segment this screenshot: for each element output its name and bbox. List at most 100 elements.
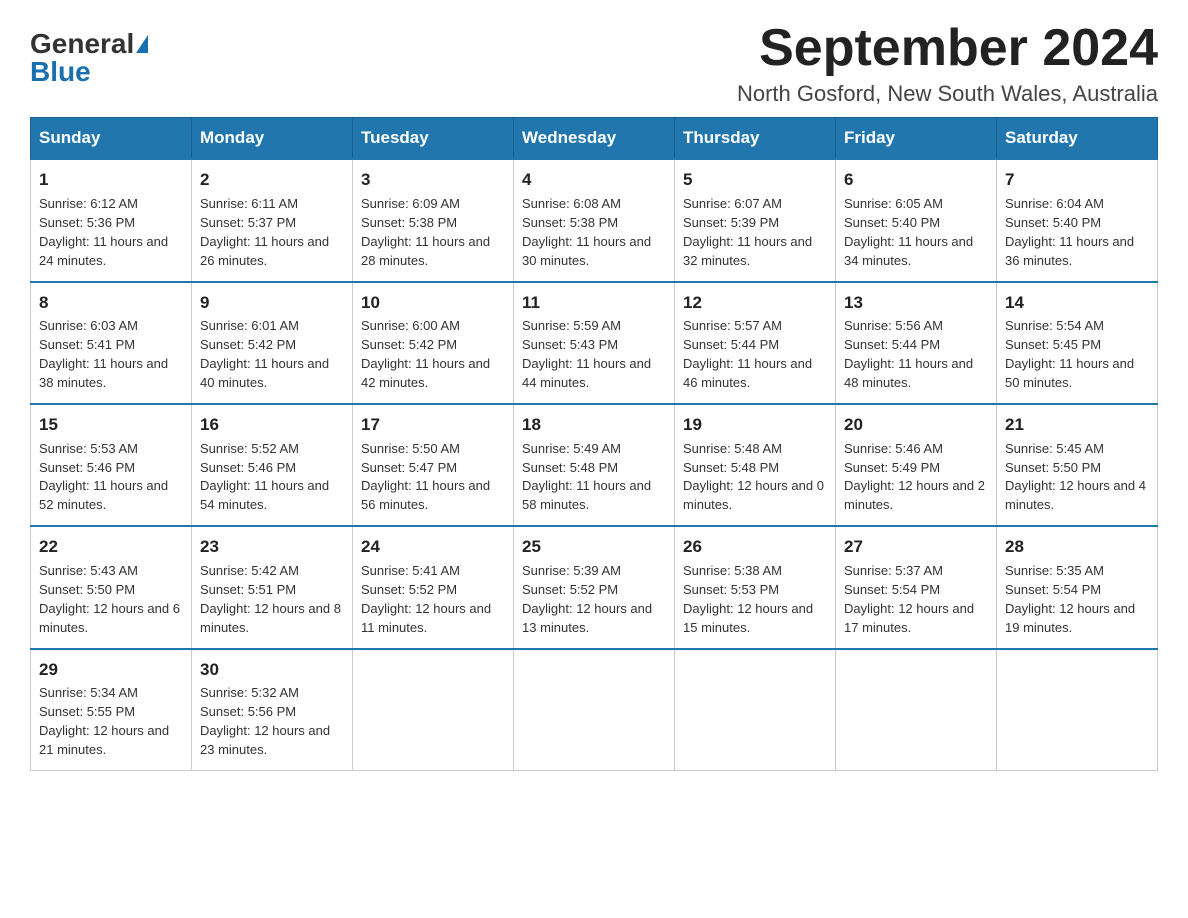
calendar-cell: 14 Sunrise: 5:54 AMSunset: 5:45 PMDaylig…: [997, 282, 1158, 404]
day-number: 22: [39, 535, 183, 559]
calendar-cell: 11 Sunrise: 5:59 AMSunset: 5:43 PMDaylig…: [514, 282, 675, 404]
day-info: Sunrise: 5:35 AMSunset: 5:54 PMDaylight:…: [1005, 563, 1135, 635]
day-info: Sunrise: 5:48 AMSunset: 5:48 PMDaylight:…: [683, 441, 824, 513]
day-info: Sunrise: 5:59 AMSunset: 5:43 PMDaylight:…: [522, 318, 651, 390]
calendar-cell: 21 Sunrise: 5:45 AMSunset: 5:50 PMDaylig…: [997, 404, 1158, 526]
day-number: 1: [39, 168, 183, 192]
day-number: 3: [361, 168, 505, 192]
day-number: 17: [361, 413, 505, 437]
weekday-header-saturday: Saturday: [997, 118, 1158, 160]
day-info: Sunrise: 5:39 AMSunset: 5:52 PMDaylight:…: [522, 563, 652, 635]
week-row-2: 8 Sunrise: 6:03 AMSunset: 5:41 PMDayligh…: [31, 282, 1158, 404]
day-info: Sunrise: 5:53 AMSunset: 5:46 PMDaylight:…: [39, 441, 168, 513]
weekday-header-sunday: Sunday: [31, 118, 192, 160]
day-info: Sunrise: 5:42 AMSunset: 5:51 PMDaylight:…: [200, 563, 341, 635]
week-row-1: 1 Sunrise: 6:12 AMSunset: 5:36 PMDayligh…: [31, 159, 1158, 281]
day-number: 8: [39, 291, 183, 315]
page-header: General Blue September 2024 North Gosfor…: [30, 20, 1158, 107]
day-info: Sunrise: 5:45 AMSunset: 5:50 PMDaylight:…: [1005, 441, 1146, 513]
day-number: 16: [200, 413, 344, 437]
calendar-cell: 1 Sunrise: 6:12 AMSunset: 5:36 PMDayligh…: [31, 159, 192, 281]
calendar-cell: 9 Sunrise: 6:01 AMSunset: 5:42 PMDayligh…: [192, 282, 353, 404]
day-number: 26: [683, 535, 827, 559]
calendar-cell: 26 Sunrise: 5:38 AMSunset: 5:53 PMDaylig…: [675, 526, 836, 648]
day-info: Sunrise: 5:38 AMSunset: 5:53 PMDaylight:…: [683, 563, 813, 635]
day-number: 4: [522, 168, 666, 192]
weekday-header-friday: Friday: [836, 118, 997, 160]
calendar-cell: [514, 649, 675, 771]
day-info: Sunrise: 5:57 AMSunset: 5:44 PMDaylight:…: [683, 318, 812, 390]
calendar-cell: 22 Sunrise: 5:43 AMSunset: 5:50 PMDaylig…: [31, 526, 192, 648]
day-info: Sunrise: 5:50 AMSunset: 5:47 PMDaylight:…: [361, 441, 490, 513]
month-title: September 2024: [737, 20, 1158, 77]
day-number: 7: [1005, 168, 1149, 192]
calendar-cell: 8 Sunrise: 6:03 AMSunset: 5:41 PMDayligh…: [31, 282, 192, 404]
logo-triangle-icon: [136, 35, 148, 53]
day-info: Sunrise: 5:41 AMSunset: 5:52 PMDaylight:…: [361, 563, 491, 635]
calendar-cell: 29 Sunrise: 5:34 AMSunset: 5:55 PMDaylig…: [31, 649, 192, 771]
day-number: 6: [844, 168, 988, 192]
day-number: 21: [1005, 413, 1149, 437]
calendar-cell: 19 Sunrise: 5:48 AMSunset: 5:48 PMDaylig…: [675, 404, 836, 526]
calendar-cell: [675, 649, 836, 771]
calendar-cell: 12 Sunrise: 5:57 AMSunset: 5:44 PMDaylig…: [675, 282, 836, 404]
day-number: 30: [200, 658, 344, 682]
day-info: Sunrise: 6:07 AMSunset: 5:39 PMDaylight:…: [683, 196, 812, 268]
calendar-cell: 5 Sunrise: 6:07 AMSunset: 5:39 PMDayligh…: [675, 159, 836, 281]
location-title: North Gosford, New South Wales, Australi…: [737, 81, 1158, 107]
day-info: Sunrise: 6:01 AMSunset: 5:42 PMDaylight:…: [200, 318, 329, 390]
day-number: 2: [200, 168, 344, 192]
weekday-header-thursday: Thursday: [675, 118, 836, 160]
calendar-cell: 30 Sunrise: 5:32 AMSunset: 5:56 PMDaylig…: [192, 649, 353, 771]
day-info: Sunrise: 6:03 AMSunset: 5:41 PMDaylight:…: [39, 318, 168, 390]
day-info: Sunrise: 5:49 AMSunset: 5:48 PMDaylight:…: [522, 441, 651, 513]
title-area: September 2024 North Gosford, New South …: [737, 20, 1158, 107]
day-info: Sunrise: 6:11 AMSunset: 5:37 PMDaylight:…: [200, 196, 329, 268]
day-number: 27: [844, 535, 988, 559]
calendar-cell: 15 Sunrise: 5:53 AMSunset: 5:46 PMDaylig…: [31, 404, 192, 526]
day-info: Sunrise: 5:56 AMSunset: 5:44 PMDaylight:…: [844, 318, 973, 390]
calendar-cell: 17 Sunrise: 5:50 AMSunset: 5:47 PMDaylig…: [353, 404, 514, 526]
day-info: Sunrise: 6:05 AMSunset: 5:40 PMDaylight:…: [844, 196, 973, 268]
day-info: Sunrise: 5:32 AMSunset: 5:56 PMDaylight:…: [200, 685, 330, 757]
day-info: Sunrise: 5:34 AMSunset: 5:55 PMDaylight:…: [39, 685, 169, 757]
calendar-cell: 23 Sunrise: 5:42 AMSunset: 5:51 PMDaylig…: [192, 526, 353, 648]
calendar-cell: [836, 649, 997, 771]
day-info: Sunrise: 5:43 AMSunset: 5:50 PMDaylight:…: [39, 563, 180, 635]
calendar-cell: 28 Sunrise: 5:35 AMSunset: 5:54 PMDaylig…: [997, 526, 1158, 648]
logo-general: General: [30, 30, 134, 58]
day-info: Sunrise: 6:09 AMSunset: 5:38 PMDaylight:…: [361, 196, 490, 268]
weekday-header-monday: Monday: [192, 118, 353, 160]
week-row-4: 22 Sunrise: 5:43 AMSunset: 5:50 PMDaylig…: [31, 526, 1158, 648]
day-info: Sunrise: 5:46 AMSunset: 5:49 PMDaylight:…: [844, 441, 985, 513]
calendar-cell: [997, 649, 1158, 771]
calendar-table: SundayMondayTuesdayWednesdayThursdayFrid…: [30, 117, 1158, 771]
calendar-cell: 18 Sunrise: 5:49 AMSunset: 5:48 PMDaylig…: [514, 404, 675, 526]
calendar-cell: 25 Sunrise: 5:39 AMSunset: 5:52 PMDaylig…: [514, 526, 675, 648]
calendar-cell: 27 Sunrise: 5:37 AMSunset: 5:54 PMDaylig…: [836, 526, 997, 648]
calendar-cell: 7 Sunrise: 6:04 AMSunset: 5:40 PMDayligh…: [997, 159, 1158, 281]
day-number: 5: [683, 168, 827, 192]
calendar-cell: 13 Sunrise: 5:56 AMSunset: 5:44 PMDaylig…: [836, 282, 997, 404]
calendar-cell: 24 Sunrise: 5:41 AMSunset: 5:52 PMDaylig…: [353, 526, 514, 648]
day-info: Sunrise: 6:00 AMSunset: 5:42 PMDaylight:…: [361, 318, 490, 390]
weekday-header-tuesday: Tuesday: [353, 118, 514, 160]
day-number: 11: [522, 291, 666, 315]
calendar-cell: 4 Sunrise: 6:08 AMSunset: 5:38 PMDayligh…: [514, 159, 675, 281]
day-number: 19: [683, 413, 827, 437]
day-number: 25: [522, 535, 666, 559]
day-number: 13: [844, 291, 988, 315]
weekday-header-row: SundayMondayTuesdayWednesdayThursdayFrid…: [31, 118, 1158, 160]
calendar-cell: 10 Sunrise: 6:00 AMSunset: 5:42 PMDaylig…: [353, 282, 514, 404]
day-number: 9: [200, 291, 344, 315]
day-number: 12: [683, 291, 827, 315]
calendar-cell: [353, 649, 514, 771]
calendar-cell: 2 Sunrise: 6:11 AMSunset: 5:37 PMDayligh…: [192, 159, 353, 281]
day-info: Sunrise: 6:04 AMSunset: 5:40 PMDaylight:…: [1005, 196, 1134, 268]
day-number: 15: [39, 413, 183, 437]
day-info: Sunrise: 6:12 AMSunset: 5:36 PMDaylight:…: [39, 196, 168, 268]
weekday-header-wednesday: Wednesday: [514, 118, 675, 160]
logo: General Blue: [30, 20, 148, 86]
day-info: Sunrise: 5:52 AMSunset: 5:46 PMDaylight:…: [200, 441, 329, 513]
day-number: 14: [1005, 291, 1149, 315]
